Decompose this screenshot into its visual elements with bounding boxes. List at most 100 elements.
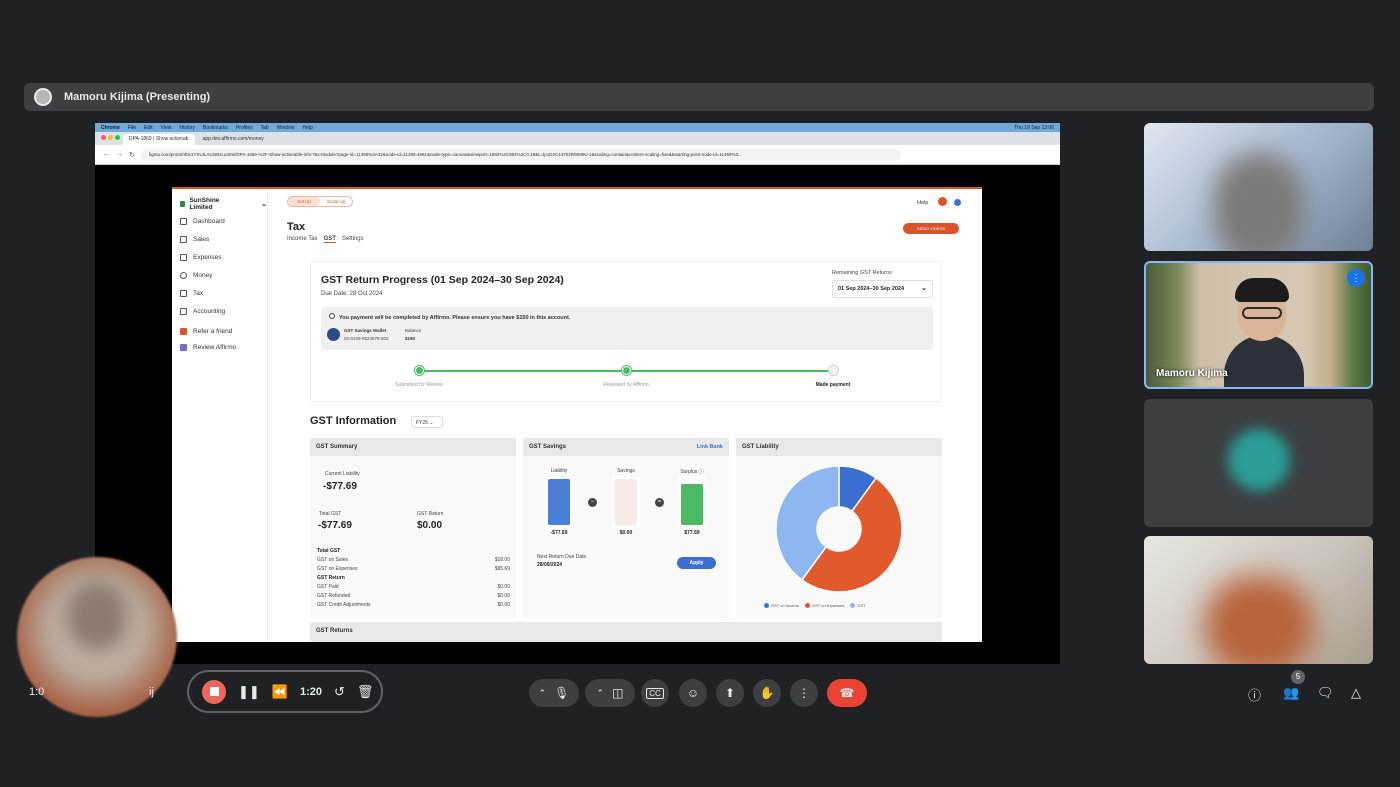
review-icon: [180, 344, 187, 351]
sidebar-label: Tax: [193, 290, 204, 297]
help-link: Help: [917, 200, 929, 206]
company-name: SunShine Limited: [189, 197, 220, 211]
browser-tabstrip: DPA-1869 | Show actionab app.dev.affirmo…: [95, 132, 1060, 145]
next-due-label: Next Return Due Date: [537, 554, 587, 560]
gst-liability-card: GST Liability GST on Income GST on Expen…: [736, 438, 942, 618]
restart-icon[interactable]: ↺: [334, 684, 345, 700]
stop-icon: [209, 687, 219, 696]
chat-icon[interactable]: 🗨: [1317, 685, 1334, 701]
summary-row: Total GST: [317, 548, 510, 554]
check-icon: [622, 366, 631, 375]
participant-tile[interactable]: [1144, 123, 1373, 251]
menubar-item: Profiles: [235, 124, 253, 131]
speaking-indicator-icon: ⋮: [1347, 269, 1365, 287]
more-vert-icon: ⋮: [798, 686, 810, 700]
help-icon: ⓘ: [698, 469, 704, 475]
gst-return-value: $0.00: [417, 520, 443, 531]
participant-tile-speaking[interactable]: Mamoru Kijima ⋮: [1144, 261, 1373, 389]
gst-savings-card: GST Savings Link Bank Liability -$77.69 …: [523, 438, 729, 618]
gift-icon: [180, 328, 187, 335]
savings-column: [612, 476, 640, 528]
hang-up-icon: ☎: [839, 686, 855, 700]
menubar-item: Window: [276, 124, 295, 131]
balance-label: Balance: [405, 328, 422, 333]
camera-icon: ◫: [612, 686, 624, 700]
stop-recording-button[interactable]: [202, 679, 226, 704]
payment-info-box: You payment will be completed by Affirmo…: [321, 307, 933, 350]
surplus-column: [678, 476, 706, 528]
participant-tile[interactable]: [1144, 399, 1373, 527]
hand-icon: ✋: [759, 686, 775, 700]
summary-row: GST Refunded $0.00: [317, 593, 510, 599]
chevron-down-icon: ⌄: [261, 201, 267, 208]
gst-info-title: GST Information: [310, 415, 397, 427]
raise-hand-button[interactable]: ✋: [753, 679, 781, 707]
camera-button[interactable]: ⌃ ◫: [585, 679, 635, 707]
close-dot-icon: [101, 135, 106, 140]
participant-video: [1204, 576, 1314, 664]
sidebar-item-tax: Tax: [180, 290, 203, 297]
remaining-select: 01 Sep 2024–30 Sep 2024 ⌄: [832, 280, 933, 298]
people-icon[interactable]: 👥: [1283, 685, 1299, 701]
row-value: $0.00: [497, 602, 510, 608]
progress-title: GST Return Progress (01 Sep 2024–30 Sep …: [321, 274, 564, 286]
row-label: GST Credit Adjustments: [317, 602, 371, 608]
row-value: $0.00: [497, 593, 510, 599]
card-title-text: GST Savings: [529, 444, 567, 450]
summary-row: GST Paid $0.00: [317, 584, 510, 590]
trash-icon[interactable]: 🗑: [357, 684, 374, 700]
more-options-button[interactable]: ⋮: [790, 679, 818, 707]
gst-summary-card: GST Summary Current Liability -$77.69 To…: [310, 438, 516, 618]
app-sidebar: SunShine Limited ⌄ Dashboard Sales Expen…: [172, 189, 268, 642]
sidebar-label: Dashboard: [193, 218, 225, 225]
menubar-item: Bookmarks: [202, 124, 228, 131]
company-switcher: SunShine Limited ⌄: [180, 197, 267, 211]
shared-screen: Chrome File Edit View History Bookmarks …: [95, 123, 1060, 664]
tax-tabs: Income Tax GST Settings: [287, 236, 364, 243]
sidebar-item-review: Review Affirmo: [180, 344, 236, 351]
recording-controls: ❚❚ ⏪ 1:20 ↺ 🗑: [187, 670, 383, 713]
meeting-code: ij: [149, 686, 154, 698]
chevron-down-icon: ⌄: [921, 285, 927, 292]
leave-call-button[interactable]: ☎: [827, 679, 867, 707]
legend-label: GST: [857, 603, 866, 608]
gst-returns-header: GST Returns: [310, 622, 942, 642]
company-logo-icon: [180, 201, 186, 207]
meeting-time: 1:0: [29, 686, 45, 698]
sidebar-label: Money: [193, 272, 213, 279]
remaining-label: Remaining GST Returns: [832, 270, 892, 276]
pause-icon[interactable]: ❚❚: [238, 684, 260, 700]
due-date: Due Date: 28 Oct 2024: [321, 291, 383, 297]
info-icon: [329, 313, 335, 319]
wallet-account: 02-0108-0524578-002: [344, 336, 389, 341]
mic-icon: 🎙: [554, 686, 570, 700]
legend-item: GST on Income: [764, 603, 799, 609]
recording-time: 1:20: [299, 685, 323, 698]
back-icon: ←: [103, 151, 110, 158]
sidebar-item-accounting: Accounting: [180, 308, 225, 315]
surplus-value: $77.69: [684, 530, 700, 536]
menubar-item: Help: [302, 124, 313, 131]
mac-menubar: Chrome File Edit View History Bookmarks …: [95, 123, 1060, 132]
emoji-button[interactable]: ☺: [679, 679, 707, 707]
check-icon: [829, 366, 838, 375]
menubar-item: View: [160, 124, 172, 131]
mode-toggle: Set Up Scale Up: [287, 196, 353, 207]
sidebar-label: Review Affirmo: [193, 344, 237, 351]
browser-tab: DPA-1869 | Show actionab: [123, 134, 195, 145]
chevron-down-icon: ⌄: [429, 420, 434, 426]
rewind-icon[interactable]: ⏪: [272, 684, 288, 700]
participant-avatar: [1228, 429, 1290, 491]
captions-button[interactable]: CC: [641, 679, 669, 707]
fy-select: FY25 ⌄: [411, 416, 443, 428]
present-button[interactable]: ⬆: [716, 679, 744, 707]
liability-value: -$77.69: [550, 530, 568, 536]
row-label: Total GST: [317, 548, 341, 554]
mic-button[interactable]: ⌃ 🎙: [529, 679, 579, 707]
forward-icon: →: [116, 151, 123, 158]
activities-icon[interactable]: △: [1351, 685, 1361, 701]
participant-tile[interactable]: [1144, 536, 1373, 664]
sidebar-label: Accounting: [193, 308, 226, 315]
info-icon[interactable]: ⓘ: [1248, 685, 1261, 704]
self-video: [67, 582, 127, 652]
